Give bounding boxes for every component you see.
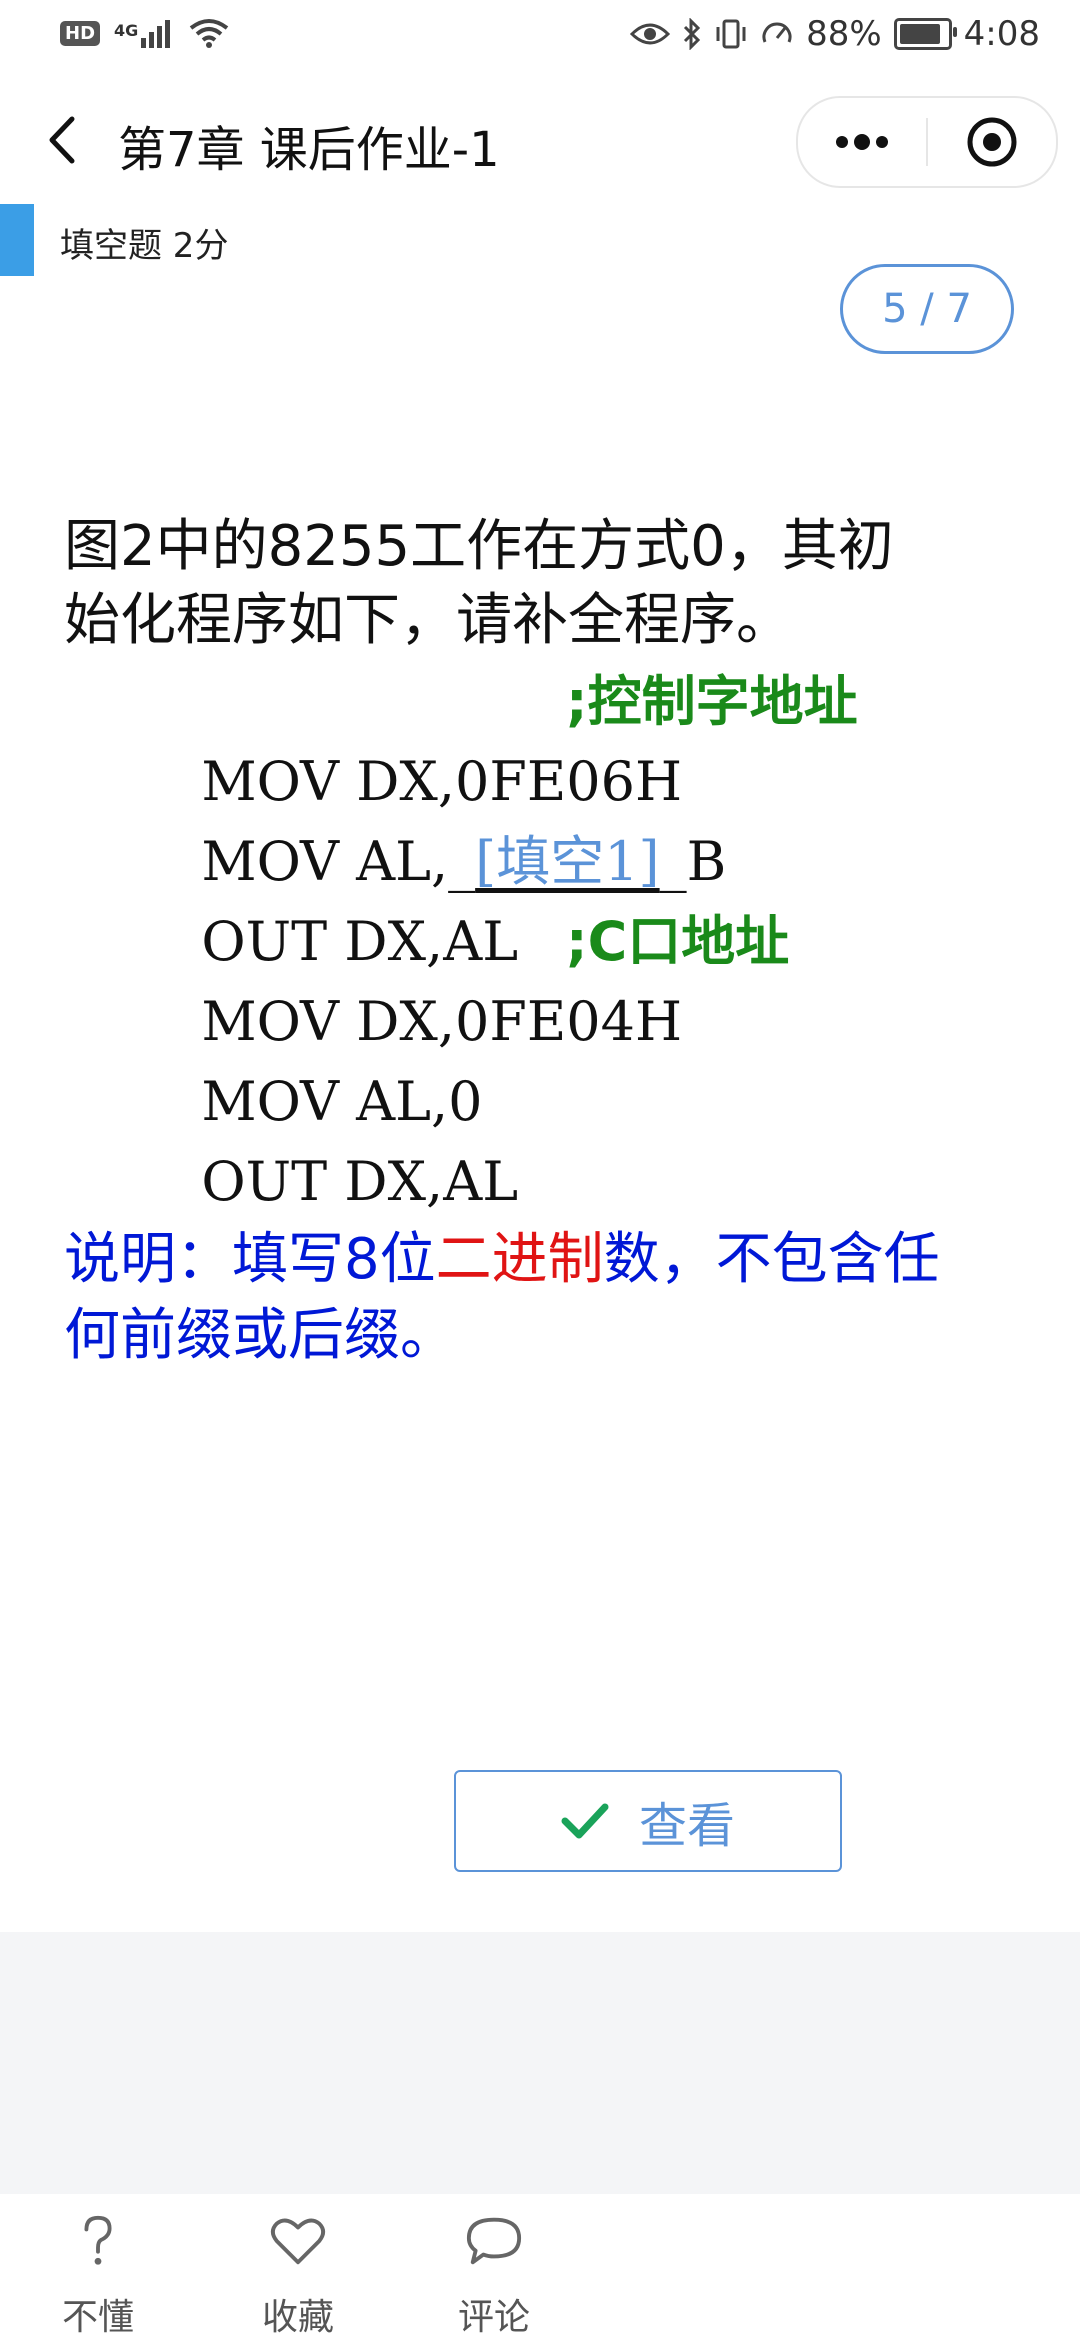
check-icon [561, 1803, 609, 1839]
question-body: 图2中的8255工作在方式0，其初始化程序如下，请补全程序。 MOV DX,0F… [64, 510, 944, 1374]
eye-icon [630, 23, 671, 45]
tab-dont-understand[interactable]: 不懂 [38, 2212, 158, 2340]
note-highlight: 二进制 [435, 1227, 604, 1292]
chevron-left-icon [49, 116, 75, 164]
code-line: OUT DX,AL [64, 1062, 944, 1213]
code-comment: ;C口地址 [566, 910, 790, 973]
code-line: MOV DX,0FE04H ;C口地址 [64, 902, 944, 1053]
page: HD 4G 88% 4:08 第7章 课后作业-1 填空题 2分 5 / 7 图… [0, 0, 1080, 2340]
back-button[interactable] [36, 110, 86, 170]
question-text: 图2中的8255工作在方式0，其初始化程序如下，请补全程序。 [64, 514, 894, 653]
battery-icon [893, 18, 957, 50]
code-line: MOV DX,0FE06H ;控制字地址 [64, 662, 944, 813]
page-title: 第7章 课后作业-1 [118, 122, 500, 178]
hd-badge: HD [60, 20, 101, 46]
tab-label: 收藏 [261, 2297, 334, 2338]
more-dots-icon [836, 134, 888, 150]
view-answer-label: 查看 [638, 1798, 735, 1854]
battery-percent: 88% [806, 14, 882, 54]
cellular-signal-icon: 4G [114, 18, 175, 48]
vibrate-icon [716, 19, 746, 49]
target-circle-icon [967, 117, 1017, 167]
status-bar: HD 4G 88% 4:08 [0, 0, 1080, 72]
close-miniprogram-button[interactable] [928, 98, 1056, 186]
view-answer-button[interactable]: 查看 [454, 1770, 842, 1872]
code-line: MOV AL,0 [64, 982, 944, 1133]
accent-bar [0, 204, 34, 276]
status-right: 88% 4:08 [630, 14, 1040, 54]
clock: 4:08 [963, 14, 1040, 54]
heart-icon [270, 2218, 326, 2265]
battery-fill [899, 24, 940, 44]
bottom-toolbar: 不懂 收藏 评论 [0, 2194, 1080, 2340]
bluetooth-icon [684, 18, 701, 50]
tab-label: 评论 [457, 2297, 530, 2338]
network-type-label: 4G [114, 21, 139, 40]
more-button[interactable] [798, 98, 926, 186]
wifi-icon [190, 19, 229, 48]
question-type-label: 填空题 2分 [60, 226, 229, 266]
miniprogram-capsule [796, 96, 1058, 188]
content-footer-area [0, 1932, 1080, 2194]
tab-label: 不懂 [61, 2297, 134, 2338]
speedometer-icon [762, 22, 792, 43]
comment-icon [466, 2217, 522, 2265]
code-line: MOV AL,_[填空1]_B [64, 742, 944, 893]
code-text: OUT DX,AL [201, 1150, 519, 1213]
question-progress-badge[interactable]: 5 / 7 [840, 264, 1014, 354]
tab-comment[interactable]: 评论 [434, 2212, 554, 2340]
status-left: HD 4G [60, 18, 229, 48]
code-line: OUT DX,AL [64, 822, 944, 973]
code-comment: ;控制字地址 [566, 670, 858, 733]
instruction-note: 说明：填写8位二进制数，不包含任何前缀或后缀。 [64, 1222, 944, 1374]
question-icon [84, 2215, 112, 2265]
nav-bar: 第7章 课后作业-1 [0, 72, 1080, 204]
code-block: MOV DX,0FE06H ;控制字地址 MOV AL,_[填空1]_B OUT … [64, 662, 944, 1213]
tab-favorite[interactable]: 收藏 [238, 2212, 358, 2340]
